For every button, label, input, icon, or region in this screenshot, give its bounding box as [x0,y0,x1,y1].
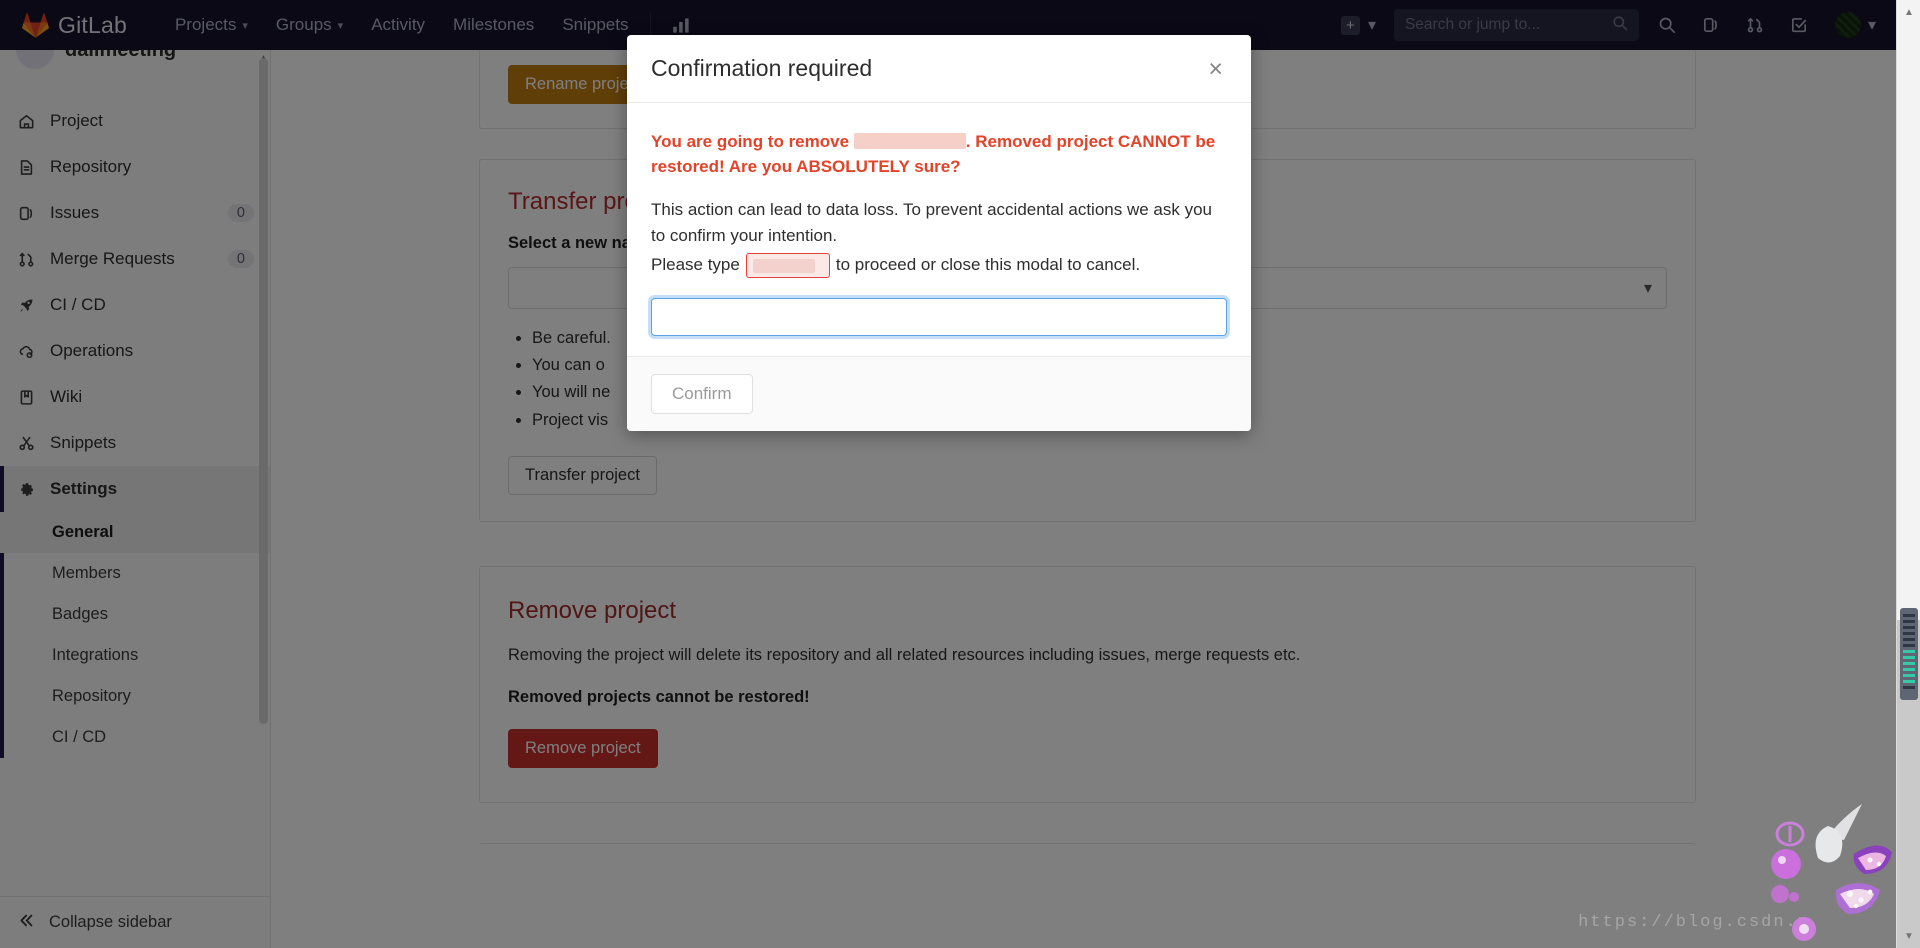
page-root: GitLab Projects ▾ Groups ▾ Activity Mile… [0,0,1920,948]
modal-warning-prefix: You are going to remove [651,132,854,151]
modal-title: Confirmation required [651,55,873,81]
confirm-button[interactable]: Confirm [651,373,753,414]
modal-body-text: This action can lead to data loss. To pr… [651,200,1213,245]
type-suffix: to proceed or close this modal to cancel… [835,255,1141,275]
redacted-project-path [853,133,966,149]
close-icon[interactable]: × [1204,55,1227,84]
confirmation-input[interactable] [651,297,1227,336]
page-scrollbar[interactable]: ▲ ▼ [1896,0,1920,948]
confirmation-modal: Confirmation required × You are going to… [627,35,1251,431]
modal-type-instruction: Please type to proceed or close this mod… [651,252,1227,278]
modal-header: Confirmation required × [627,35,1251,103]
scrollbar-thumb-highlight [1903,650,1915,686]
scroll-up-arrow-icon[interactable]: ▲ [1897,0,1920,24]
scrollbar-thumb[interactable] [1900,608,1918,700]
scroll-down-arrow-icon[interactable]: ▼ [1897,924,1920,948]
modal-warning-text: You are going to remove . Removed projec… [651,129,1227,179]
redacted-project-name-code [745,252,830,278]
modal-body: You are going to remove . Removed projec… [627,103,1251,356]
modal-footer: Confirm [627,355,1251,431]
type-prefix: Please type [651,255,740,275]
